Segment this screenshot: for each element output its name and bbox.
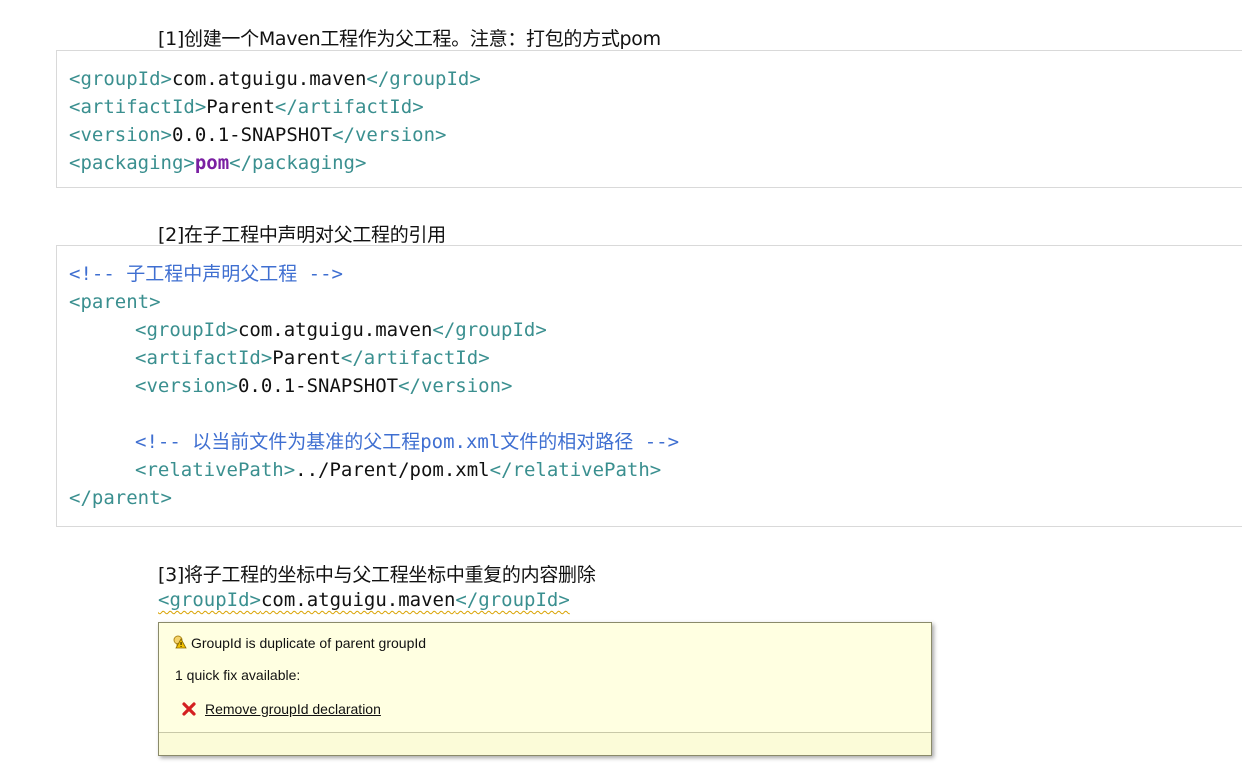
section-3-heading: [3]将子工程的坐标中与父工程坐标中重复的内容删除 xyxy=(158,564,596,586)
xml-value: Parent xyxy=(272,347,341,369)
code-line: </parent> xyxy=(69,487,172,509)
red-x-icon xyxy=(182,702,196,716)
xml-tag: <groupId> xyxy=(69,68,172,90)
remove-groupid-fix-link[interactable]: Remove groupId declaration xyxy=(205,701,381,717)
xml-tag: </groupId> xyxy=(455,589,570,611)
code-line: <parent> xyxy=(69,291,161,313)
code-block-2: <!-- 子工程中声明父工程 --> <parent> <groupId>com… xyxy=(56,245,1242,527)
tooltip-message: GroupId is duplicate of parent groupId xyxy=(191,635,427,651)
xml-tag: <version> xyxy=(135,375,238,397)
tooltip-fix-count: 1 quick fix available: xyxy=(175,667,301,683)
xml-tag: </version> xyxy=(332,124,447,146)
xml-value: com.atguigu.maven xyxy=(237,319,433,341)
code-line: <version>0.0.1-SNAPSHOT</version> xyxy=(69,121,447,149)
code-line: <version>0.0.1-SNAPSHOT</version> xyxy=(135,372,513,400)
warning-lightbulb-icon xyxy=(173,635,187,649)
code-line: <packaging>pom</packaging> xyxy=(69,149,366,177)
xml-tag: </artifactId> xyxy=(340,347,490,369)
xml-tag: <artifactId> xyxy=(135,347,273,369)
xml-value: 0.0.1-SNAPSHOT xyxy=(171,124,333,146)
xml-tag: <groupId> xyxy=(158,589,261,611)
code-block-1: <groupId>com.atguigu.maven</groupId> <ar… xyxy=(56,50,1242,188)
code-line: <relativePath>../Parent/pom.xml</relativ… xyxy=(135,456,661,484)
section-2-heading: [2]在子工程中声明对父工程的引用 xyxy=(158,224,446,246)
xml-value: ../Parent/pom.xml xyxy=(295,459,490,481)
xml-value: Parent xyxy=(206,96,275,118)
xml-tag: <groupId> xyxy=(135,319,238,341)
xml-tag: </version> xyxy=(398,375,513,397)
obscured-code-line xyxy=(158,612,628,620)
tooltip-footer xyxy=(159,732,931,755)
xml-tag: <artifactId> xyxy=(69,96,207,118)
xml-tag: <version> xyxy=(69,124,172,146)
xml-keyword: pom xyxy=(194,152,230,174)
xml-tag: </artifactId> xyxy=(274,96,424,118)
xml-tag: </relativePath> xyxy=(489,459,662,481)
xml-value: com.atguigu.maven xyxy=(171,68,367,90)
xml-tag: </groupId> xyxy=(366,68,481,90)
code-comment: <!-- 以当前文件为基准的父工程pom.xml文件的相对路径 --> xyxy=(135,431,680,453)
xml-value: com.atguigu.maven xyxy=(260,589,456,611)
xml-tag: <packaging> xyxy=(69,152,195,174)
code-line: <groupId>com.atguigu.maven</groupId> xyxy=(135,316,547,344)
quickfix-tooltip: GroupId is duplicate of parent groupId 1… xyxy=(158,622,932,756)
code-line: <artifactId>Parent</artifactId> xyxy=(69,93,424,121)
xml-tag: </groupId> xyxy=(432,319,547,341)
code-line: <groupId>com.atguigu.maven</groupId> xyxy=(69,65,481,93)
warned-code-line[interactable]: <groupId>com.atguigu.maven</groupId> xyxy=(158,586,570,614)
section-1-heading: [1]创建一个Maven工程作为父工程。注意：打包的方式pom xyxy=(158,28,661,50)
xml-tag: </packaging> xyxy=(229,152,367,174)
code-line: <artifactId>Parent</artifactId> xyxy=(135,344,490,372)
code-comment: <!-- 子工程中声明父工程 --> xyxy=(69,263,343,285)
xml-value: 0.0.1-SNAPSHOT xyxy=(237,375,399,397)
xml-tag: <relativePath> xyxy=(135,459,296,481)
